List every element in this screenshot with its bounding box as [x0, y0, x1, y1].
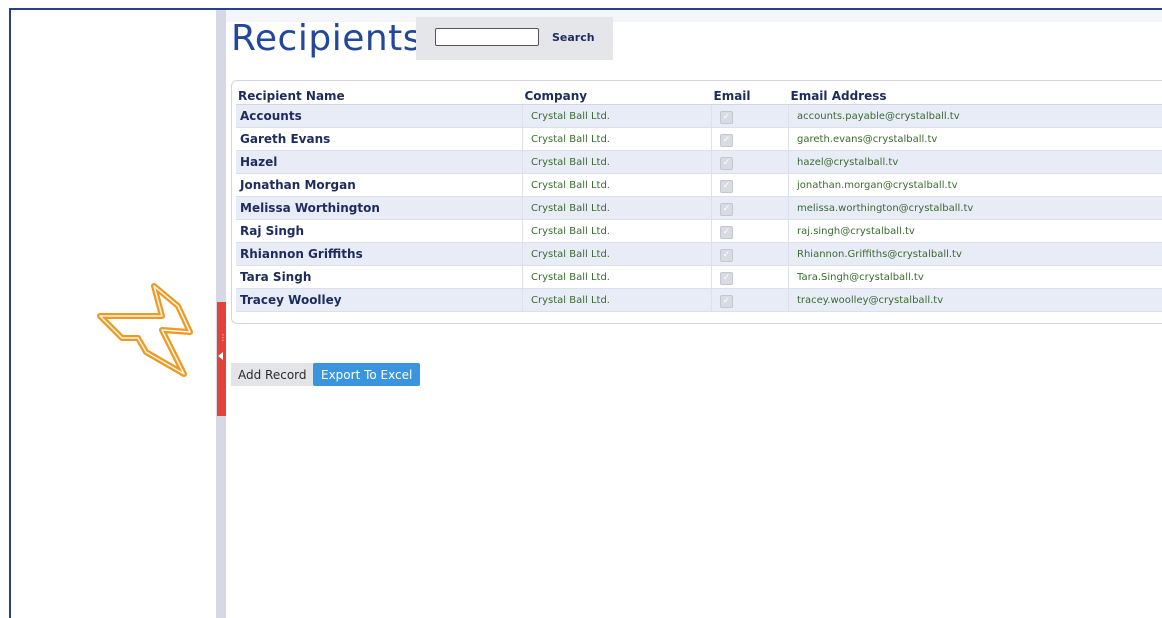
table-row[interactable]: Melissa Worthington Crystal Ball Ltd. ✓ mel… — [236, 196, 1162, 220]
cell-company: Crystal Ball Ltd. — [522, 173, 712, 197]
cell-email: ✓ — [711, 104, 789, 128]
table-header-row: Recipient Name Company Email Email Addre… — [236, 87, 1162, 105]
add-record-button[interactable]: Add Record — [231, 363, 314, 386]
arrow-pointer-icon — [97, 283, 193, 377]
main-content: Recipients Search Recipient Name Company… — [226, 10, 1162, 618]
email-checkbox: ✓ — [720, 202, 733, 216]
table-row[interactable]: Rhiannon Griffiths Crystal Ball Ltd. ✓ Rhia… — [236, 242, 1162, 266]
export-to-excel-button[interactable]: Export To Excel — [313, 363, 421, 386]
search-button[interactable]: Search — [546, 28, 601, 48]
email-checkbox: ✓ — [720, 179, 733, 193]
cell-company: Crystal Ball Ltd. — [522, 150, 712, 174]
cell-company: Crystal Ball Ltd. — [522, 196, 712, 220]
email-checkbox: ✓ — [720, 225, 733, 239]
email-checkbox: ✓ — [720, 271, 733, 285]
cell-recipient-name[interactable]: Jonathan Morgan — [236, 173, 523, 197]
cell-company: Crystal Ball Ltd. — [522, 104, 712, 128]
table-row[interactable]: Tara Singh Crystal Ball Ltd. ✓ Tara.Singh@c… — [236, 265, 1162, 289]
table-row[interactable]: Hazel Crystal Ball Ltd. ✓ hazel@crystalball… — [236, 150, 1162, 174]
cell-recipient-name[interactable]: Accounts — [236, 104, 523, 128]
cell-company: Crystal Ball Ltd. — [522, 288, 712, 312]
cell-recipient-name[interactable]: Gareth Evans — [236, 127, 523, 151]
cell-recipient-name[interactable]: Hazel — [236, 150, 523, 174]
table-row[interactable]: Accounts Crystal Ball Ltd. ✓ accounts.payab… — [236, 104, 1162, 128]
page-title: Recipients — [231, 18, 423, 59]
column-header-company[interactable]: Company — [522, 87, 712, 105]
email-checkbox: ✓ — [720, 133, 733, 147]
cell-recipient-name[interactable]: Melissa Worthington — [236, 196, 523, 220]
recipients-table-container: Recipient Name Company Email Email Addre… — [231, 80, 1162, 324]
search-panel: Search — [416, 17, 613, 60]
cell-email-address: gareth.evans@crystalball.tv — [788, 127, 1162, 151]
email-checkbox: ✓ — [720, 156, 733, 170]
email-checkbox: ✓ — [720, 294, 733, 308]
cell-company: Crystal Ball Ltd. — [522, 242, 712, 266]
cell-email: ✓ — [711, 196, 789, 220]
table-row[interactable]: Raj Singh Crystal Ball Ltd. ✓ raj.singh@cry… — [236, 219, 1162, 243]
email-checkbox: ✓ — [720, 248, 733, 262]
cell-recipient-name[interactable]: Tracey Woolley — [236, 288, 523, 312]
cell-company: Crystal Ball Ltd. — [522, 219, 712, 243]
column-header-recipient-name[interactable]: Recipient Name — [236, 87, 523, 105]
email-checkbox: ✓ — [720, 110, 733, 124]
cell-recipient-name[interactable]: Tara Singh — [236, 265, 523, 289]
column-header-email[interactable]: Email — [711, 87, 789, 105]
cell-email-address: hazel@crystalball.tv — [788, 150, 1162, 174]
recipients-table: Recipient Name Company Email Email Addre… — [236, 87, 1162, 312]
table-row[interactable]: Gareth Evans Crystal Ball Ltd. ✓ gareth.eva… — [236, 127, 1162, 151]
cell-email-address: tracey.woolley@crystalball.tv — [788, 288, 1162, 312]
cell-email-address: melissa.worthington@crystalball.tv — [788, 196, 1162, 220]
cell-recipient-name[interactable]: Rhiannon Griffiths — [236, 242, 523, 266]
cell-email: ✓ — [711, 219, 789, 243]
cell-email: ✓ — [711, 150, 789, 174]
column-header-email-address[interactable]: Email Address — [788, 87, 1162, 105]
cell-email-address: jonathan.morgan@crystalball.tv — [788, 173, 1162, 197]
cell-email: ✓ — [711, 127, 789, 151]
cell-email-address: Tara.Singh@crystalball.tv — [788, 265, 1162, 289]
table-row[interactable]: Jonathan Morgan Crystal Ball Ltd. ✓ jonatha… — [236, 173, 1162, 197]
cell-email-address: accounts.payable@crystalball.tv — [788, 104, 1162, 128]
cell-company: Crystal Ball Ltd. — [522, 127, 712, 151]
cell-email: ✓ — [711, 242, 789, 266]
cell-email: ✓ — [711, 173, 789, 197]
cell-email: ✓ — [711, 265, 789, 289]
search-input[interactable] — [435, 28, 539, 46]
cell-email-address: Rhiannon.Griffiths@crystalball.tv — [788, 242, 1162, 266]
cell-recipient-name[interactable]: Raj Singh — [236, 219, 523, 243]
cell-email: ✓ — [711, 288, 789, 312]
cell-company: Crystal Ball Ltd. — [522, 265, 712, 289]
cell-email-address: raj.singh@crystalball.tv — [788, 219, 1162, 243]
table-row[interactable]: Tracey Woolley Crystal Ball Ltd. ✓ tracey.w… — [236, 288, 1162, 312]
